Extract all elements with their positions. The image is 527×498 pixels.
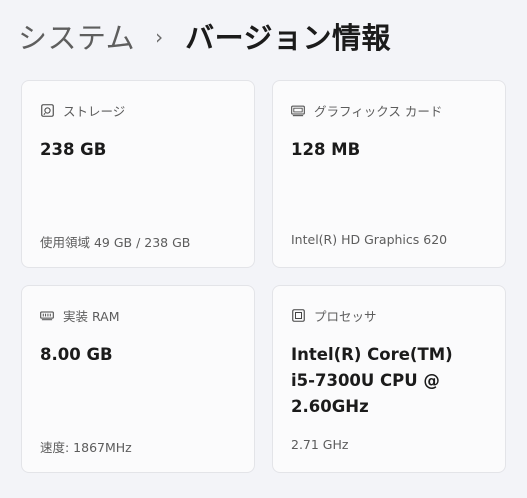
ram-card-title: 実装 RAM [63, 309, 120, 324]
processor-model-line: i5-7300U CPU @ [291, 371, 440, 390]
ram-card-header: 実装 RAM [40, 306, 120, 325]
storage-card: ストレージ 238 GB 使用領域 49 GB / 238 GB [21, 80, 255, 268]
ram-installed-value: 8.00 GB [40, 345, 113, 364]
processor-card-title: プロセッサ [314, 309, 377, 324]
breadcrumb-separator: › [155, 25, 164, 49]
breadcrumb-system-link[interactable]: システム [18, 15, 135, 57]
breadcrumb: システム › バージョン情報 [18, 14, 391, 58]
storage-total-value: 238 GB [40, 140, 107, 159]
ram-card: 実装 RAM 8.00 GB 速度: 1867MHz [21, 285, 255, 473]
graphics-card-header: グラフィックス カード [291, 101, 442, 120]
processor-model-line: 2.60GHz [291, 397, 369, 416]
processor-model-line: Intel(R) Core(TM) [291, 345, 453, 364]
graphics-memory-value: 128 MB [291, 140, 361, 159]
ram-icon [40, 309, 54, 323]
processor-card-header: プロセッサ [291, 306, 377, 325]
storage-card-title: ストレージ [63, 104, 126, 119]
processor-icon [291, 309, 305, 323]
storage-card-header: ストレージ [40, 101, 125, 120]
storage-usage-detail: 使用領域 49 GB / 238 GB [40, 235, 191, 250]
ram-speed-detail: 速度: 1867MHz [40, 440, 132, 455]
graphics-card-icon [291, 104, 305, 118]
processor-speed-detail: 2.71 GHz [291, 437, 349, 452]
processor-model-value: Intel(R) Core(TM) i5-7300U CPU @ 2.60GHz [291, 342, 453, 420]
graphics-card-card: グラフィックス カード 128 MB Intel(R) HD Graphics … [272, 80, 506, 268]
storage-icon [40, 104, 54, 118]
graphics-adapter-name: Intel(R) HD Graphics 620 [291, 232, 448, 247]
graphics-card-title: グラフィックス カード [314, 104, 443, 119]
processor-card: プロセッサ Intel(R) Core(TM) i5-7300U CPU @ 2… [272, 285, 506, 473]
page-title: バージョン情報 [185, 21, 392, 55]
